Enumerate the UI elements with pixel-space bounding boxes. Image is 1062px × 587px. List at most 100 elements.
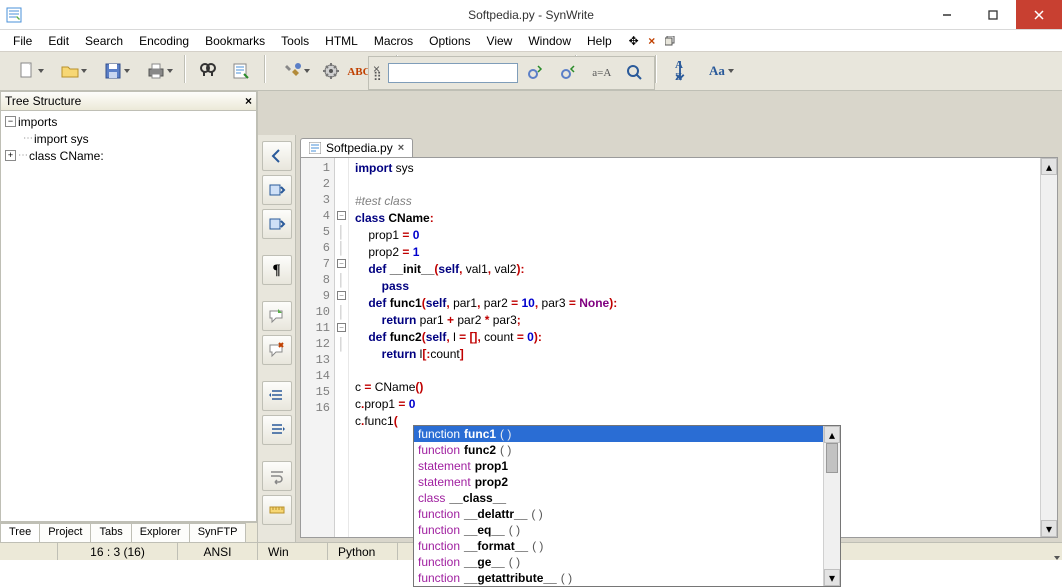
nav-fwd-button[interactable] xyxy=(262,175,292,205)
tab-tree[interactable]: Tree xyxy=(0,523,40,542)
find-dialog-button[interactable] xyxy=(620,59,650,87)
mdi-close-icon[interactable]: × xyxy=(645,34,659,48)
status-line-ending[interactable]: Win xyxy=(258,543,328,560)
autocomplete-popup[interactable]: ▴ ▾ function func1 ( )function func2 ( )… xyxy=(413,425,841,587)
menu-bookmarks[interactable]: Bookmarks xyxy=(198,32,272,50)
autocomplete-item[interactable]: function __format__ ( ) xyxy=(414,538,840,554)
menu-tools[interactable]: Tools xyxy=(274,32,316,50)
menu-html[interactable]: HTML xyxy=(318,32,365,50)
autocomplete-item[interactable]: function __ge__ ( ) xyxy=(414,554,840,570)
options-button[interactable] xyxy=(315,55,347,87)
comment-button[interactable] xyxy=(262,301,292,331)
menu-search[interactable]: Search xyxy=(78,32,130,50)
editor-vscrollbar[interactable]: ▴ ▾ xyxy=(1040,158,1057,537)
match-case-button[interactable]: a=A xyxy=(587,59,617,87)
status-empty xyxy=(0,543,58,560)
editor-tab-close-icon[interactable]: × xyxy=(398,142,404,154)
goto-button[interactable] xyxy=(225,55,257,87)
pilcrow-button[interactable]: ¶ xyxy=(262,255,292,285)
tab-tabs[interactable]: Tabs xyxy=(90,523,131,542)
python-file-icon xyxy=(309,142,321,154)
find-next-button[interactable] xyxy=(554,59,584,87)
autocomplete-item[interactable]: function __delattr__ ( ) xyxy=(414,506,840,522)
tree-row-import-sys[interactable]: ⋯import sys xyxy=(1,130,256,147)
autocomplete-scrollbar[interactable]: ▴ ▾ xyxy=(823,426,840,586)
tree-panel-title: Tree Structure xyxy=(5,94,81,108)
window-controls xyxy=(924,0,1062,29)
autocomplete-item[interactable]: statement prop1 xyxy=(414,458,840,474)
unindent-button[interactable] xyxy=(262,415,292,445)
left-panel-tabs: Tree Project Tabs Explorer SynFTP xyxy=(0,522,257,542)
status-encoding[interactable]: ANSI xyxy=(178,543,258,560)
maximize-button[interactable] xyxy=(970,0,1016,29)
fold-column[interactable]: −││−│−│−│ xyxy=(335,158,349,537)
app-icon xyxy=(6,7,22,23)
print-button[interactable] xyxy=(135,55,177,87)
tree-panel-header: Tree Structure × xyxy=(0,91,257,111)
scroll-up-icon[interactable]: ▴ xyxy=(1041,158,1057,175)
minimize-button[interactable] xyxy=(924,0,970,29)
quick-search-panel: ×⠿ a=A xyxy=(368,56,655,90)
left-panel: Tree Structure × −imports ⋯import sys +⋯… xyxy=(0,91,258,542)
window-title: Softpedia.py - SynWrite xyxy=(0,8,1062,22)
status-language[interactable]: Python xyxy=(328,543,398,560)
nav-back-button[interactable] xyxy=(262,141,292,171)
new-file-button[interactable] xyxy=(6,55,48,87)
tree-leaf-icon: ⋯ xyxy=(23,133,32,144)
tab-project[interactable]: Project xyxy=(39,523,91,542)
quick-search-input[interactable] xyxy=(388,63,518,83)
menu-view[interactable]: View xyxy=(480,32,520,50)
ruler-button[interactable] xyxy=(262,495,292,525)
tab-explorer[interactable]: Explorer xyxy=(131,523,190,542)
tree-row-class-cname[interactable]: +⋯class CName: xyxy=(1,147,256,164)
wrap-button[interactable] xyxy=(262,461,292,491)
sort-button[interactable]: AZ xyxy=(663,55,695,87)
editor-tab-active[interactable]: Softpedia.py × xyxy=(300,138,413,157)
tree-panel-close-icon[interactable]: × xyxy=(245,94,252,108)
tree-row-imports[interactable]: −imports xyxy=(1,113,256,130)
uncomment-button[interactable] xyxy=(262,335,292,365)
mdi-restore-icon[interactable] xyxy=(663,34,677,48)
expand-icon[interactable]: + xyxy=(5,150,16,161)
titlebar: Softpedia.py - SynWrite xyxy=(0,0,1062,30)
menu-macros[interactable]: Macros xyxy=(367,32,420,50)
tools-button[interactable] xyxy=(272,55,314,87)
menu-extra: ✥ × xyxy=(627,34,677,48)
indent-button[interactable] xyxy=(262,381,292,411)
find-button[interactable] xyxy=(192,55,224,87)
scroll-up-icon[interactable]: ▴ xyxy=(824,426,840,443)
mdi-arrows-icon[interactable]: ✥ xyxy=(627,34,641,48)
autocomplete-item[interactable]: class __class__ xyxy=(414,490,840,506)
menubar: File Edit Search Encoding Bookmarks Tool… xyxy=(0,30,1062,52)
autocomplete-item[interactable]: function __getattribute__ ( ) xyxy=(414,570,840,586)
scroll-down-icon[interactable]: ▾ xyxy=(1041,520,1057,537)
case-button[interactable]: Aa xyxy=(696,55,738,87)
vertical-toolbar: ¶ xyxy=(258,135,296,542)
editor-tabs: Softpedia.py × xyxy=(300,135,1062,157)
collapse-icon[interactable]: − xyxy=(5,116,16,127)
menu-encoding[interactable]: Encoding xyxy=(132,32,196,50)
menu-options[interactable]: Options xyxy=(422,32,477,50)
line-number-gutter: 12345678910111213141516 xyxy=(301,158,335,537)
show-tree-button[interactable] xyxy=(262,209,292,239)
find-prev-button[interactable] xyxy=(521,59,551,87)
tab-synftp[interactable]: SynFTP xyxy=(189,523,247,542)
scrollbar-thumb[interactable] xyxy=(826,443,838,473)
menu-file[interactable]: File xyxy=(6,32,39,50)
scroll-down-icon[interactable]: ▾ xyxy=(824,569,840,586)
autocomplete-item[interactable]: function func2 ( ) xyxy=(414,442,840,458)
open-file-button[interactable] xyxy=(49,55,91,87)
tree-structure[interactable]: −imports ⋯import sys +⋯class CName: xyxy=(0,111,257,522)
menu-edit[interactable]: Edit xyxy=(41,32,76,50)
tree-class-icon: ⋯ xyxy=(18,150,27,161)
close-button[interactable] xyxy=(1016,0,1062,29)
autocomplete-item[interactable]: function func1 ( ) xyxy=(414,426,840,442)
status-cursor-pos: 16 : 3 (16) xyxy=(58,543,178,560)
save-button[interactable] xyxy=(92,55,134,87)
menu-window[interactable]: Window xyxy=(521,32,578,50)
autocomplete-item[interactable]: statement prop2 xyxy=(414,474,840,490)
editor-tab-label: Softpedia.py xyxy=(326,141,393,155)
searchpanel-grip[interactable]: ×⠿ xyxy=(373,65,383,81)
menu-help[interactable]: Help xyxy=(580,32,619,50)
autocomplete-item[interactable]: function __eq__ ( ) xyxy=(414,522,840,538)
